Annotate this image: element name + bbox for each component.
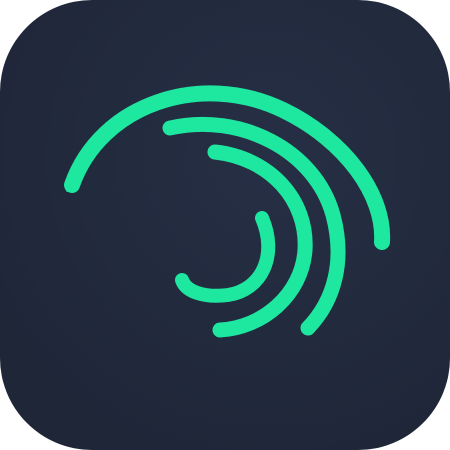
app-icon-canvas	[0, 0, 450, 450]
swirl-logo-icon	[0, 0, 450, 450]
